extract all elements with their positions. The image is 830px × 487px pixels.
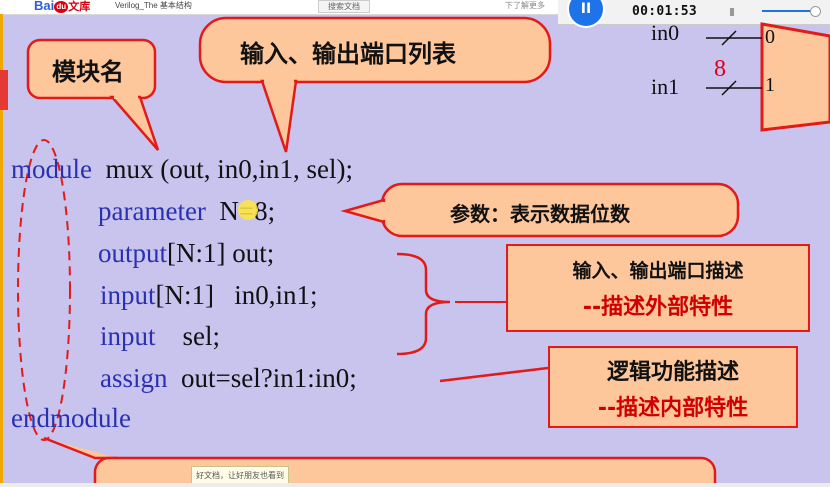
code-line-assign: assign out=sel?in1:in0; bbox=[100, 365, 357, 392]
keyword-endmodule: endmodule bbox=[11, 403, 131, 433]
code-output-decl: [N:1] out; bbox=[167, 238, 275, 268]
mux-label-in0: in0 bbox=[651, 20, 680, 45]
code-line-endmodule: endmodule bbox=[11, 405, 131, 432]
bottom-strip bbox=[0, 483, 830, 487]
code-line-output: output[N:1] out; bbox=[98, 240, 274, 267]
code-line-input-bus: input[N:1] in0,in1; bbox=[100, 282, 318, 309]
keyword-module: module bbox=[11, 154, 92, 184]
module-name-callout-tail bbox=[109, 95, 160, 151]
mux-sel-1: 1 bbox=[765, 74, 775, 96]
port-list-callout-tail bbox=[260, 79, 298, 153]
io-brace bbox=[396, 252, 451, 356]
keyword-input: input bbox=[100, 280, 156, 310]
logic-desc-title: 逻辑功能描述 bbox=[606, 360, 739, 385]
module-dashed-ellipse bbox=[17, 139, 71, 441]
param-callout: 参数：表示数据位数 bbox=[450, 202, 630, 226]
cursor-highlight-icon bbox=[238, 200, 258, 220]
mux-label-in1: in1 bbox=[651, 74, 680, 99]
logic-connector bbox=[439, 366, 549, 383]
io-desc-callout: 输入、输出端口描述 --描述外部特性 bbox=[506, 244, 810, 332]
bottom-callout-tail bbox=[43, 436, 118, 460]
code-module-decl: mux (out, in0,in1, sel); bbox=[105, 154, 353, 184]
logic-desc-subtitle: --描述内部特性 bbox=[597, 396, 749, 421]
code-assign-stmt: out=sel?in1:in0; bbox=[181, 363, 357, 393]
io-desc-subtitle: --描述外部特性 bbox=[582, 295, 734, 320]
port-list-callout: 输入、输出端口列表 bbox=[240, 40, 456, 68]
io-desc-title: 输入、输出端口描述 bbox=[572, 260, 744, 282]
code-input-bus-decl: [N:1] in0,in1; bbox=[155, 280, 318, 310]
keyword-input-sel: input bbox=[100, 321, 156, 351]
keyword-parameter: parameter bbox=[98, 196, 206, 226]
param-callout-tail bbox=[340, 198, 386, 224]
bus-width-label: 8 bbox=[714, 56, 726, 82]
code-line-module: module mux (out, in0,in1, sel); bbox=[11, 156, 353, 183]
code-line-input-sel: input sel; bbox=[100, 323, 220, 350]
code-input-sel-decl: sel; bbox=[182, 321, 221, 351]
logic-desc-callout: 逻辑功能描述 --描述内部特性 bbox=[548, 346, 798, 428]
mux-sel-0: 0 bbox=[765, 26, 775, 48]
keyword-assign: assign bbox=[100, 363, 168, 393]
keyword-output: output bbox=[98, 238, 168, 268]
module-name-callout: 模块名 bbox=[52, 58, 124, 86]
